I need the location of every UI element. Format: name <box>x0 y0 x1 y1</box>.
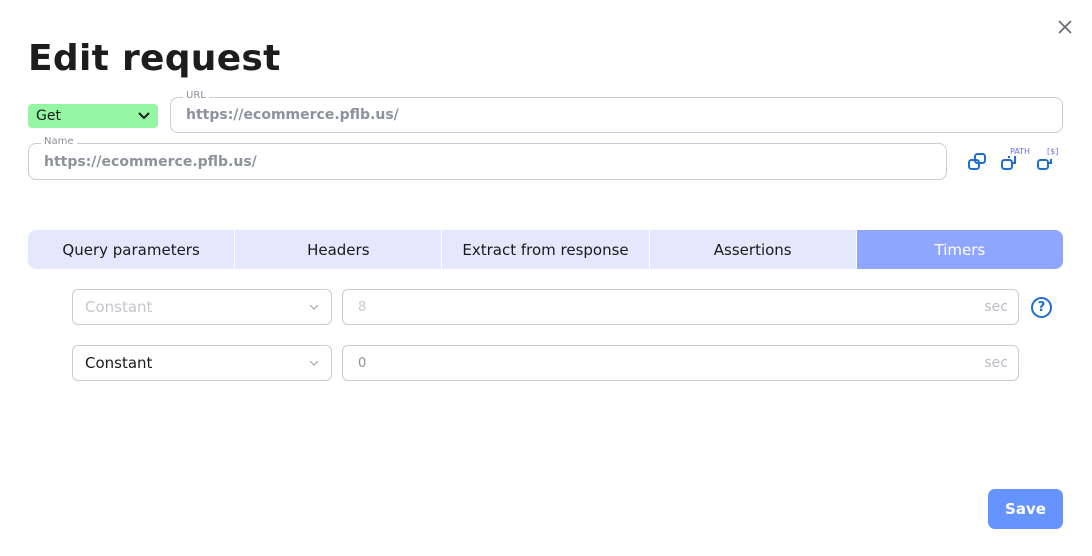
save-button[interactable]: Save <box>988 489 1063 529</box>
timer-value: 0 <box>358 355 367 371</box>
page-title: Edit request <box>28 38 281 79</box>
timer-type-select[interactable]: Constant <box>72 345 332 381</box>
path-badge: PATH <box>1010 147 1031 156</box>
help-icon[interactable]: ? <box>1031 297 1052 318</box>
url-value: https://ecommerce.pflb.us/ <box>186 107 399 123</box>
timer-type-select[interactable]: Constant <box>72 289 332 325</box>
url-input[interactable]: URL https://ecommerce.pflb.us/ <box>170 90 1063 133</box>
copy-icon[interactable] <box>966 150 990 174</box>
timer-value-input[interactable]: 8 sec <box>342 289 1019 325</box>
copy-path-button[interactable]: PATH <box>1000 147 1030 174</box>
method-select[interactable]: Get <box>28 104 158 128</box>
tab-headers[interactable]: Headers <box>235 230 443 269</box>
url-label: URL <box>183 90 209 101</box>
timer-value: 8 <box>358 299 367 315</box>
timer-type-value: Constant <box>85 354 153 372</box>
tab-timers[interactable]: Timers <box>856 230 1063 269</box>
method-value: Get <box>36 108 61 124</box>
chevron-down-icon <box>138 112 150 120</box>
close-icon[interactable] <box>1056 18 1074 36</box>
chevron-down-icon <box>309 360 319 366</box>
tab-query-parameters[interactable]: Query parameters <box>28 230 236 269</box>
tab-assertions[interactable]: Assertions <box>650 230 857 269</box>
name-label: Name <box>41 136 77 147</box>
variable-badge: [$] <box>1047 147 1059 156</box>
timer-type-value: Constant <box>85 298 153 316</box>
timer-unit: sec <box>984 299 1008 315</box>
tab-extract-from-response[interactable]: Extract from response <box>442 230 650 269</box>
name-value: https://ecommerce.pflb.us/ <box>44 153 257 170</box>
copy-variable-button[interactable]: [$] <box>1036 147 1060 174</box>
timer-value-input[interactable]: 0 sec <box>342 345 1019 381</box>
timer-unit: sec <box>984 355 1008 371</box>
tab-bar: Query parameters Headers Extract from re… <box>28 230 1063 269</box>
name-input[interactable]: Name https://ecommerce.pflb.us/ <box>28 136 947 180</box>
chevron-down-icon <box>309 304 319 310</box>
